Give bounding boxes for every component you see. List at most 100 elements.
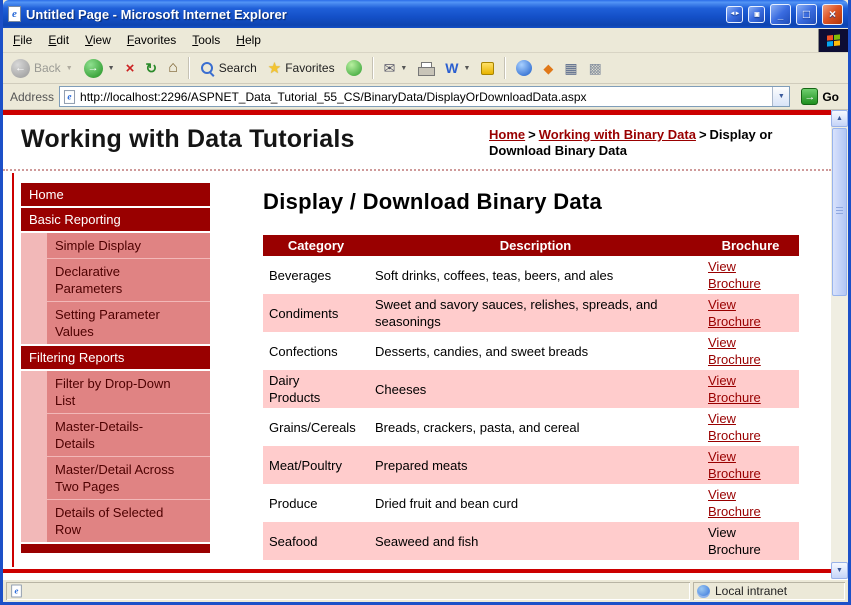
mail-button[interactable]: ✉ ▼: [380, 58, 412, 78]
menu-file[interactable]: File: [5, 29, 40, 51]
edit-dropdown-icon[interactable]: ▼: [463, 65, 470, 72]
address-url[interactable]: http://localhost:2296/ASPNET_Data_Tutori…: [80, 90, 768, 104]
titlebar-extra-button-1[interactable]: ◄►: [726, 5, 743, 23]
messenger-button[interactable]: [477, 59, 498, 78]
cell-description: Soft drinks, coffees, teas, beers, and a…: [375, 267, 614, 283]
sidebar-item-home[interactable]: Home: [21, 183, 210, 206]
titlebar[interactable]: e Untitled Page - Microsoft Internet Exp…: [3, 0, 848, 28]
breadcrumb-home-link[interactable]: Home: [489, 127, 525, 142]
cell-description: Breads, crackers, pasta, and cereal: [375, 419, 580, 435]
table-row: Seafood Seaweed and fish View Brochure: [263, 522, 799, 560]
mail-dropdown-icon[interactable]: ▼: [400, 65, 407, 72]
masthead: Working with Data Tutorials Home > Working…: [3, 115, 831, 171]
search-label: Search: [218, 61, 257, 75]
sidebar-item-basic-reporting[interactable]: Basic Reporting: [21, 208, 210, 231]
addon-calculator-button[interactable]: ▦: [560, 58, 581, 78]
sidebar-item-setting-parameter-values[interactable]: Setting Parameter Values: [47, 302, 210, 344]
addon-orange-button[interactable]: ◆: [539, 59, 557, 78]
toolbar-separator: [371, 57, 374, 79]
cell-brochure: View Brochure: [702, 408, 799, 446]
back-button[interactable]: ← Back ▼: [7, 56, 77, 81]
go-button[interactable]: → Go: [795, 86, 845, 107]
refresh-button[interactable]: ↻: [141, 58, 161, 78]
forward-icon: →: [83, 58, 103, 78]
scroll-down-button[interactable]: ▼: [831, 562, 848, 579]
forward-dropdown-icon[interactable]: ▼: [108, 65, 115, 72]
menu-bar: File Edit View Favorites Tools Help: [3, 28, 848, 53]
breadcrumb-section-link[interactable]: Working with Binary Data: [539, 127, 696, 142]
titlebar-extra-button-2[interactable]: ▣: [748, 5, 765, 23]
view-brochure-link[interactable]: View Brochure: [708, 296, 768, 330]
table-header-row: Category Description Brochure: [263, 235, 799, 256]
address-dropdown-button[interactable]: ▼: [772, 87, 790, 106]
address-label: Address: [10, 89, 55, 104]
sidebar-item-simple-display[interactable]: Simple Display: [47, 233, 210, 258]
intranet-icon: [697, 584, 710, 598]
menu-tools[interactable]: Tools: [184, 29, 228, 51]
diamond-icon: ◆: [543, 60, 554, 76]
cell-description: Sweet and savory sauces, relishes, sprea…: [369, 294, 702, 332]
view-brochure-link[interactable]: View Brochure: [708, 334, 768, 368]
scroll-thumb[interactable]: [832, 128, 847, 296]
cell-category: Condiments: [263, 294, 369, 332]
home-button[interactable]: ⌂: [164, 57, 182, 79]
address-input[interactable]: e http://localhost:2296/ASPNET_Data_Tuto…: [59, 86, 791, 107]
page-icon: e: [64, 89, 76, 104]
sidebar-item-filter-by-dropdown-list[interactable]: Filter by Drop-Down List: [47, 371, 210, 413]
menu-view[interactable]: View: [77, 29, 119, 51]
menu-edit[interactable]: Edit: [40, 29, 77, 51]
view-brochure-link[interactable]: View Brochure: [708, 372, 768, 406]
table-row: Grains/Cereals Breads, crackers, pasta, …: [263, 408, 799, 446]
browser-viewport: Working with Data Tutorials Home > Working…: [3, 110, 848, 579]
zone-label: Local intranet: [715, 584, 788, 598]
web-page: Working with Data Tutorials Home > Working…: [3, 110, 831, 579]
favorites-label: Favorites: [285, 61, 335, 75]
favorites-button[interactable]: ★ Favorites: [264, 58, 339, 79]
vertical-scrollbar[interactable]: ▲ ▼: [831, 110, 848, 579]
view-brochure-link[interactable]: View Brochure: [708, 410, 768, 444]
search-icon: [200, 61, 215, 76]
sidebar-item-filtering-reports[interactable]: Filtering Reports: [21, 346, 210, 369]
page-left-rule: [12, 173, 14, 567]
scroll-up-button[interactable]: ▲: [831, 110, 848, 127]
sidebar-item-clipped[interactable]: [21, 544, 210, 553]
edit-with-word-button[interactable]: W ▼: [441, 58, 474, 78]
cell-brochure: View Brochure: [702, 256, 799, 294]
media-button[interactable]: [342, 57, 366, 79]
table-row: Dairy Products Cheeses View Brochure: [263, 370, 799, 408]
security-zone-pane: Local intranet: [693, 582, 845, 600]
breadcrumb-separator: >: [698, 127, 707, 142]
sidebar-item-master-detail-across-two-pages[interactable]: Master/Detail Across Two Pages: [47, 457, 210, 499]
back-dropdown-icon[interactable]: ▼: [66, 65, 73, 72]
calculator-icon: ▦: [564, 60, 578, 76]
cell-category: Confections: [269, 343, 338, 359]
view-brochure-link[interactable]: View Brochure: [708, 448, 768, 482]
status-bar: e Local intranet: [3, 579, 848, 602]
stop-button[interactable]: ×: [122, 58, 139, 79]
cell-description: Desserts, candies, and sweet breads: [375, 343, 589, 359]
view-brochure-link[interactable]: View Brochure: [708, 486, 768, 520]
view-brochure-link[interactable]: View Brochure: [708, 258, 768, 292]
forward-button[interactable]: → ▼: [80, 56, 119, 81]
addon-grid-button[interactable]: ▩: [585, 58, 606, 78]
sidebar-subgroup: Filter by Drop-Down List Master-Details-…: [21, 371, 210, 542]
cell-category: Produce: [269, 495, 318, 511]
print-button[interactable]: [414, 59, 438, 78]
sidebar-item-declarative-parameters[interactable]: Declarative Parameters: [47, 259, 210, 301]
menu-favorites[interactable]: Favorites: [119, 29, 184, 51]
close-button[interactable]: ×: [822, 3, 843, 25]
windows-logo-icon: [818, 28, 848, 52]
sidebar-item-master-details-details[interactable]: Master-Details- Details: [47, 414, 210, 456]
sidebar-item-details-of-selected-row[interactable]: Details of Selected Row: [47, 500, 210, 542]
search-button[interactable]: Search: [196, 58, 261, 79]
mail-icon: ✉: [383, 60, 396, 76]
addon-globe-button[interactable]: [512, 57, 536, 79]
media-icon: [345, 60, 362, 76]
back-icon: ←: [11, 58, 30, 78]
print-icon: [418, 61, 436, 76]
maximize-button[interactable]: □: [796, 3, 817, 25]
minimize-button[interactable]: _: [770, 3, 791, 25]
cell-category: Seafood: [263, 522, 369, 560]
menu-help[interactable]: Help: [228, 29, 269, 51]
cell-brochure: View Brochure: [702, 332, 799, 370]
